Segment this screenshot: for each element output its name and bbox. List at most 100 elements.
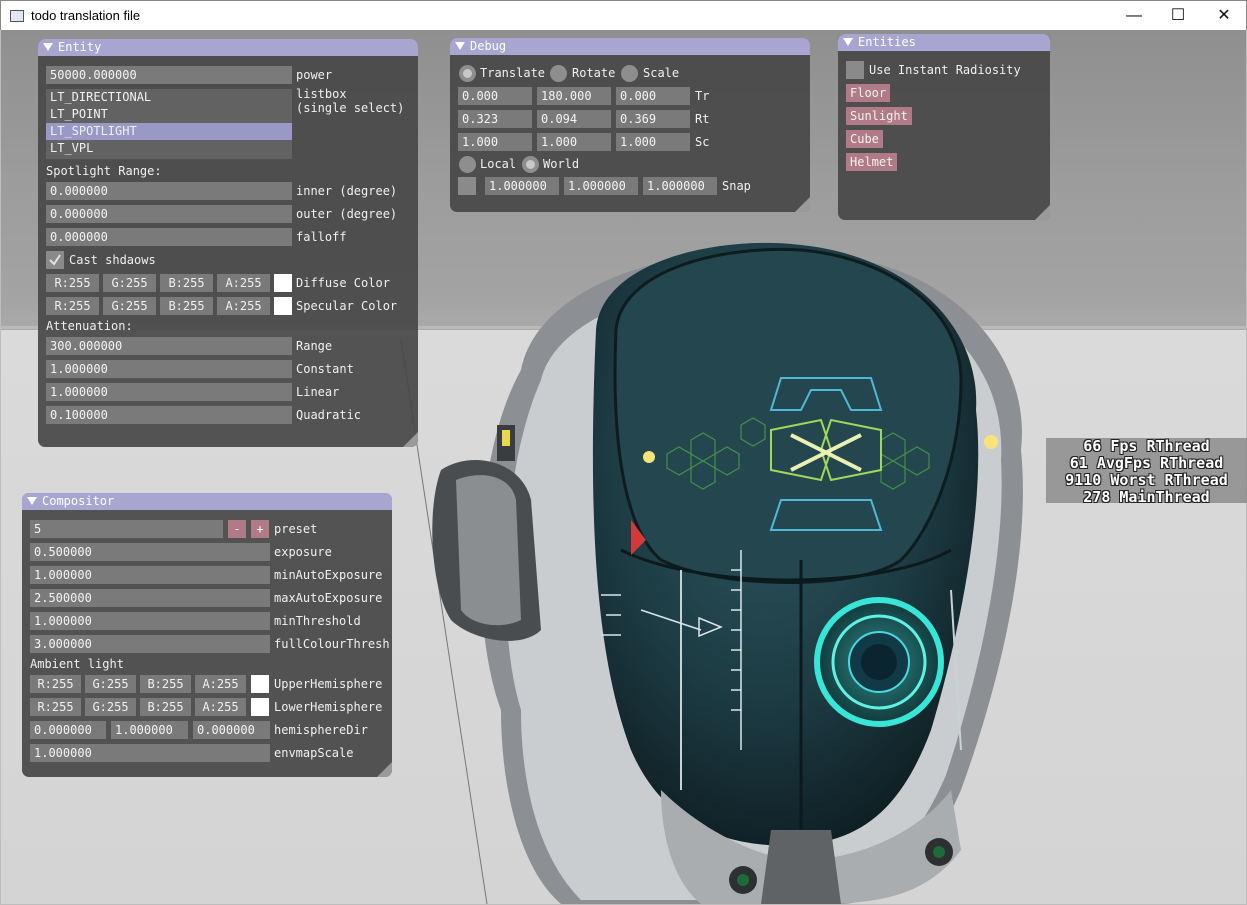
listbox-item-vpl[interactable]: LT_VPL xyxy=(46,140,292,157)
min-auto-exposure-input[interactable]: 1.000000 xyxy=(30,566,270,584)
tr-label: Tr xyxy=(695,89,710,103)
entity-panel-header[interactable]: Entity xyxy=(38,39,418,56)
specular-b-input[interactable]: B:255 xyxy=(160,297,213,315)
diffuse-b-input[interactable]: B:255 xyxy=(160,274,213,292)
resize-grip[interactable] xyxy=(1035,205,1050,220)
upper-a-input[interactable]: A:255 xyxy=(195,675,246,693)
resize-grip[interactable] xyxy=(403,432,418,447)
upper-r-input[interactable]: R:255 xyxy=(30,675,81,693)
local-label: Local xyxy=(480,157,517,171)
translate-z-input[interactable]: 0.000 xyxy=(616,87,690,105)
close-button[interactable]: ✕ xyxy=(1201,1,1247,31)
listbox-item-spotlight[interactable]: LT_SPOTLIGHT xyxy=(46,123,292,140)
hemisphere-dir-x-input[interactable]: 0.000000 xyxy=(30,721,106,739)
diffuse-color-label: Diffuse Color xyxy=(296,276,390,290)
upper-hemisphere-swatch[interactable] xyxy=(251,675,269,693)
entity-button-floor[interactable]: Floor xyxy=(846,84,891,102)
compositor-panel-header[interactable]: Compositor xyxy=(22,493,392,510)
power-input[interactable]: 50000.000000 xyxy=(46,66,292,84)
entity-button-helmet[interactable]: Helmet xyxy=(846,153,898,171)
preset-label: preset xyxy=(274,522,318,536)
full-colour-threshold-input[interactable]: 3.000000 xyxy=(30,635,270,653)
hemisphere-dir-z-input[interactable]: 0.000000 xyxy=(193,721,270,739)
collapse-triangle-icon[interactable] xyxy=(43,43,53,51)
scale-z-input[interactable]: 1.000 xyxy=(616,133,690,151)
entity-button-cube[interactable]: Cube xyxy=(846,130,883,148)
outer-degree-input[interactable]: 0.000000 xyxy=(46,205,292,223)
sc-label: Sc xyxy=(695,135,710,149)
range-input[interactable]: 300.000000 xyxy=(46,337,292,355)
min-threshold-input[interactable]: 1.000000 xyxy=(30,612,270,630)
quadratic-input[interactable]: 0.100000 xyxy=(46,406,292,424)
envmap-scale-input[interactable]: 1.000000 xyxy=(30,744,270,762)
rotate-z-input[interactable]: 0.369 xyxy=(616,110,690,128)
preset-input[interactable]: 5 xyxy=(30,520,223,538)
range-label: Range xyxy=(296,339,333,353)
rotate-x-input[interactable]: 0.323 xyxy=(458,110,532,128)
translate-radio[interactable] xyxy=(459,65,476,82)
snap-checkbox[interactable] xyxy=(458,177,476,195)
translate-y-input[interactable]: 180.000 xyxy=(537,87,611,105)
collapse-triangle-icon[interactable] xyxy=(27,497,37,505)
collapse-triangle-icon[interactable] xyxy=(455,42,465,50)
linear-input[interactable]: 1.000000 xyxy=(46,383,292,401)
preset-increment-button[interactable]: + xyxy=(251,520,269,538)
translate-x-input[interactable]: 0.000 xyxy=(458,87,532,105)
collapse-triangle-icon[interactable] xyxy=(843,38,853,46)
exposure-input[interactable]: 0.500000 xyxy=(30,543,270,561)
lower-g-input[interactable]: G:255 xyxy=(85,698,136,716)
preset-decrement-button[interactable]: - xyxy=(228,520,246,538)
hemisphere-dir-y-input[interactable]: 1.000000 xyxy=(111,721,188,739)
lower-r-input[interactable]: R:255 xyxy=(30,698,81,716)
diffuse-color-swatch[interactable] xyxy=(274,274,292,292)
constant-input[interactable]: 1.000000 xyxy=(46,360,292,378)
entity-button-sunlight[interactable]: Sunlight xyxy=(846,107,912,125)
max-auto-exposure-input[interactable]: 2.500000 xyxy=(30,589,270,607)
scale-radio[interactable] xyxy=(621,65,638,82)
cast-shadows-checkbox[interactable] xyxy=(46,251,64,269)
falloff-input[interactable]: 0.000000 xyxy=(46,228,292,246)
diffuse-g-input[interactable]: G:255 xyxy=(103,274,156,292)
window-title: todo translation file xyxy=(31,8,141,23)
light-type-listbox[interactable]: LT_DIRECTIONAL LT_POINT LT_SPOTLIGHT LT_… xyxy=(46,89,292,159)
app-icon xyxy=(10,10,24,22)
resize-grip[interactable] xyxy=(377,762,392,777)
scale-x-input[interactable]: 1.000 xyxy=(458,133,532,151)
entities-panel-title: Entities xyxy=(858,35,916,49)
snap-z-input[interactable]: 1.000000 xyxy=(643,177,717,195)
maximize-button[interactable]: ☐ xyxy=(1155,1,1201,31)
scale-y-input[interactable]: 1.000 xyxy=(537,133,611,151)
diffuse-r-input[interactable]: R:255 xyxy=(46,274,99,292)
lower-b-input[interactable]: B:255 xyxy=(140,698,191,716)
debug-panel: Debug Translate Rotate Scale 0.000 180.0… xyxy=(450,38,810,212)
specular-g-input[interactable]: G:255 xyxy=(103,297,156,315)
inner-degree-input[interactable]: 0.000000 xyxy=(46,182,292,200)
listbox-item-point[interactable]: LT_POINT xyxy=(46,106,292,123)
listbox-item-directional[interactable]: LT_DIRECTIONAL xyxy=(46,89,292,106)
compositor-panel-title: Compositor xyxy=(42,494,115,508)
upper-b-input[interactable]: B:255 xyxy=(140,675,191,693)
quadratic-label: Quadratic xyxy=(296,408,362,422)
instant-radiosity-checkbox[interactable] xyxy=(846,61,864,79)
stat-avg-fps: 61 AvgFps RThread xyxy=(1069,454,1224,472)
window-titlebar: todo translation file — ☐ ✕ xyxy=(0,0,1247,30)
debug-panel-header[interactable]: Debug xyxy=(450,38,810,55)
diffuse-a-input[interactable]: A:255 xyxy=(217,274,270,292)
world-radio[interactable] xyxy=(522,156,539,173)
lower-hemisphere-swatch[interactable] xyxy=(251,698,269,716)
entities-panel-header[interactable]: Entities xyxy=(838,34,1050,51)
local-radio[interactable] xyxy=(459,156,476,173)
snap-y-input[interactable]: 1.000000 xyxy=(564,177,638,195)
rotate-radio[interactable] xyxy=(550,65,567,82)
checkmark-icon xyxy=(49,254,61,266)
snap-x-input[interactable]: 1.000000 xyxy=(485,177,559,195)
rotate-y-input[interactable]: 0.094 xyxy=(537,110,611,128)
lower-a-input[interactable]: A:255 xyxy=(195,698,246,716)
minimize-button[interactable]: — xyxy=(1111,1,1157,31)
resize-grip[interactable] xyxy=(795,197,810,212)
specular-color-swatch[interactable] xyxy=(274,297,292,315)
specular-a-input[interactable]: A:255 xyxy=(217,297,270,315)
specular-r-input[interactable]: R:255 xyxy=(46,297,99,315)
exposure-label: exposure xyxy=(274,545,332,559)
upper-g-input[interactable]: G:255 xyxy=(85,675,136,693)
